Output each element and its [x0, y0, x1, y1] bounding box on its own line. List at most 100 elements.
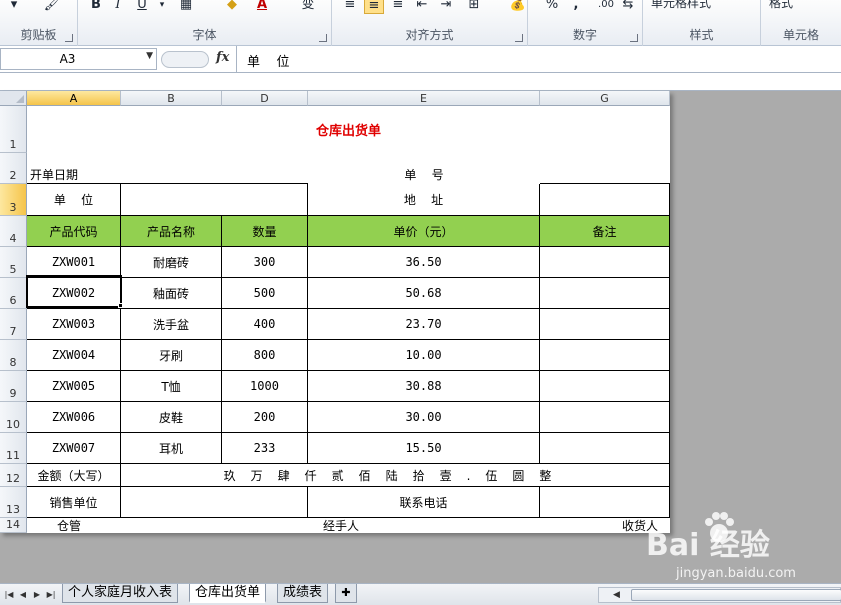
column-header-b[interactable]: B	[121, 91, 222, 106]
item-name[interactable]: 耳机	[121, 433, 222, 464]
warehouse-keeper-label[interactable]: 仓管	[27, 518, 111, 533]
name-box-dropdown-icon[interactable]: ▼	[146, 51, 153, 61]
amount-in-words[interactable]: 玖万肆仟贰佰陆拾壹.伍圆整	[121, 464, 670, 487]
item-name[interactable]: T恤	[121, 371, 222, 402]
item-price[interactable]: 10.00	[308, 340, 540, 371]
row-header-14[interactable]: 14	[0, 518, 27, 533]
formula-bar-handle[interactable]	[161, 51, 209, 68]
clipboard-launcher-icon[interactable]	[65, 34, 73, 42]
italic-button[interactable]: I	[108, 0, 128, 14]
item-code[interactable]: ZXW002	[27, 278, 121, 309]
underline-dropdown-icon[interactable]: ▾	[152, 0, 172, 14]
seller-label[interactable]: 销售单位	[27, 487, 121, 518]
address-label[interactable]: 地 址	[308, 184, 540, 216]
bold-button[interactable]: B	[86, 0, 106, 14]
row-header-11[interactable]: 11	[0, 433, 27, 464]
percent-button[interactable]: %	[542, 0, 562, 14]
date-label[interactable]: 开单日期	[27, 153, 121, 184]
row-header-5[interactable]: 5	[0, 247, 27, 278]
item-quantity[interactable]: 400	[222, 309, 308, 340]
phone-value[interactable]	[540, 487, 670, 518]
sheet-title[interactable]: 仓库出货单	[27, 106, 670, 153]
decrease-indent-icon[interactable]: ⇤	[412, 0, 432, 14]
row-header-2[interactable]: 2	[0, 153, 27, 184]
item-name[interactable]: 洗手盆	[121, 309, 222, 340]
header-quantity[interactable]: 数量	[222, 216, 308, 247]
currency-icon[interactable]: 💰	[508, 0, 528, 14]
row-header-12[interactable]: 12	[0, 464, 27, 487]
phonetic-button[interactable]: 变	[298, 0, 318, 14]
insert-sheet-icon[interactable]: ✚	[335, 584, 357, 603]
item-name[interactable]: 釉面砖	[121, 278, 222, 309]
horizontal-scrollbar[interactable]: ◀	[598, 587, 841, 603]
item-quantity[interactable]: 800	[222, 340, 308, 371]
item-remarks[interactable]	[540, 340, 670, 371]
cell-styles-button[interactable]: 单元格样式	[651, 0, 711, 11]
format-painter-icon[interactable]: 🖌	[42, 0, 62, 14]
row-header-13[interactable]: 13	[0, 487, 27, 518]
row-header-9[interactable]: 9	[0, 371, 27, 402]
select-all-corner[interactable]	[0, 91, 27, 106]
item-code[interactable]: ZXW004	[27, 340, 121, 371]
row-header-8[interactable]: 8	[0, 340, 27, 371]
item-price[interactable]: 30.00	[308, 402, 540, 433]
item-quantity[interactable]: 1000	[222, 371, 308, 402]
last-sheet-icon[interactable]: ▶|	[45, 588, 57, 602]
item-code[interactable]: ZXW006	[27, 402, 121, 433]
row-header-7[interactable]: 7	[0, 309, 27, 340]
paste-dropdown-icon[interactable]: ▾	[4, 0, 24, 14]
order-number-value[interactable]	[540, 153, 670, 184]
item-code[interactable]: ZXW001	[27, 247, 121, 278]
column-header-g[interactable]: G	[540, 91, 670, 106]
header-remarks[interactable]: 备注	[540, 216, 670, 247]
item-quantity[interactable]: 200	[222, 402, 308, 433]
item-remarks[interactable]	[540, 402, 670, 433]
increase-indent-icon[interactable]: ⇥	[436, 0, 456, 14]
worksheet-grid[interactable]: A B D E G 1 2 3 4 5 6 7 8 9 10 11 12 13 …	[0, 91, 670, 533]
align-center-icon[interactable]: ≡	[364, 0, 384, 14]
item-remarks[interactable]	[540, 309, 670, 340]
tab-warehouse-shipment[interactable]: 仓库出货单	[189, 584, 267, 603]
first-sheet-icon[interactable]: |◀	[3, 588, 15, 602]
item-price[interactable]: 23.70	[308, 309, 540, 340]
alignment-launcher-icon[interactable]	[515, 34, 523, 42]
fill-color-icon[interactable]: ◆	[222, 0, 242, 14]
phone-label[interactable]: 联系电话	[308, 487, 540, 518]
font-launcher-icon[interactable]	[319, 34, 327, 42]
row-header-10[interactable]: 10	[0, 402, 27, 433]
align-right-icon[interactable]: ≡	[388, 0, 408, 14]
item-code[interactable]: ZXW003	[27, 309, 121, 340]
tab-household-income[interactable]: 个人家庭月收入表	[62, 584, 179, 603]
address-value[interactable]	[540, 184, 670, 216]
insert-function-icon[interactable]: fx	[216, 50, 229, 65]
item-price[interactable]: 50.68	[308, 278, 540, 309]
next-sheet-icon[interactable]: ▶	[31, 588, 43, 602]
unit-value[interactable]	[121, 184, 308, 216]
scroll-left-icon[interactable]: ◀	[613, 590, 620, 600]
merge-cells-icon[interactable]: ⊞	[464, 0, 484, 14]
row-header-1[interactable]: 1	[0, 106, 27, 153]
underline-button[interactable]: U	[132, 0, 152, 14]
format-button[interactable]: 格式	[769, 0, 793, 11]
tab-grades[interactable]: 成绩表	[277, 584, 329, 603]
comma-button[interactable]: ,	[566, 0, 586, 14]
item-name[interactable]: 耐磨砖	[121, 247, 222, 278]
column-header-d[interactable]: D	[222, 91, 308, 106]
align-left-icon[interactable]: ≡	[340, 0, 360, 14]
column-header-a[interactable]: A	[27, 91, 121, 106]
unit-label[interactable]: 单 位	[27, 184, 121, 216]
date-value[interactable]	[121, 153, 308, 184]
item-code[interactable]: ZXW005	[27, 371, 121, 402]
prev-sheet-icon[interactable]: ◀	[17, 588, 29, 602]
font-color-button[interactable]: A	[252, 0, 272, 14]
row-header-3[interactable]: 3	[0, 184, 27, 216]
item-remarks[interactable]	[540, 371, 670, 402]
header-product-code[interactable]: 产品代码	[27, 216, 121, 247]
border-icon[interactable]: ▦	[176, 0, 196, 14]
item-code[interactable]: ZXW007	[27, 433, 121, 464]
formula-input[interactable]: 单 位	[247, 51, 290, 70]
amount-label[interactable]: 金额（大写）	[27, 464, 121, 487]
item-quantity[interactable]: 233	[222, 433, 308, 464]
row-header-4[interactable]: 4	[0, 216, 27, 247]
item-price[interactable]: 36.50	[308, 247, 540, 278]
